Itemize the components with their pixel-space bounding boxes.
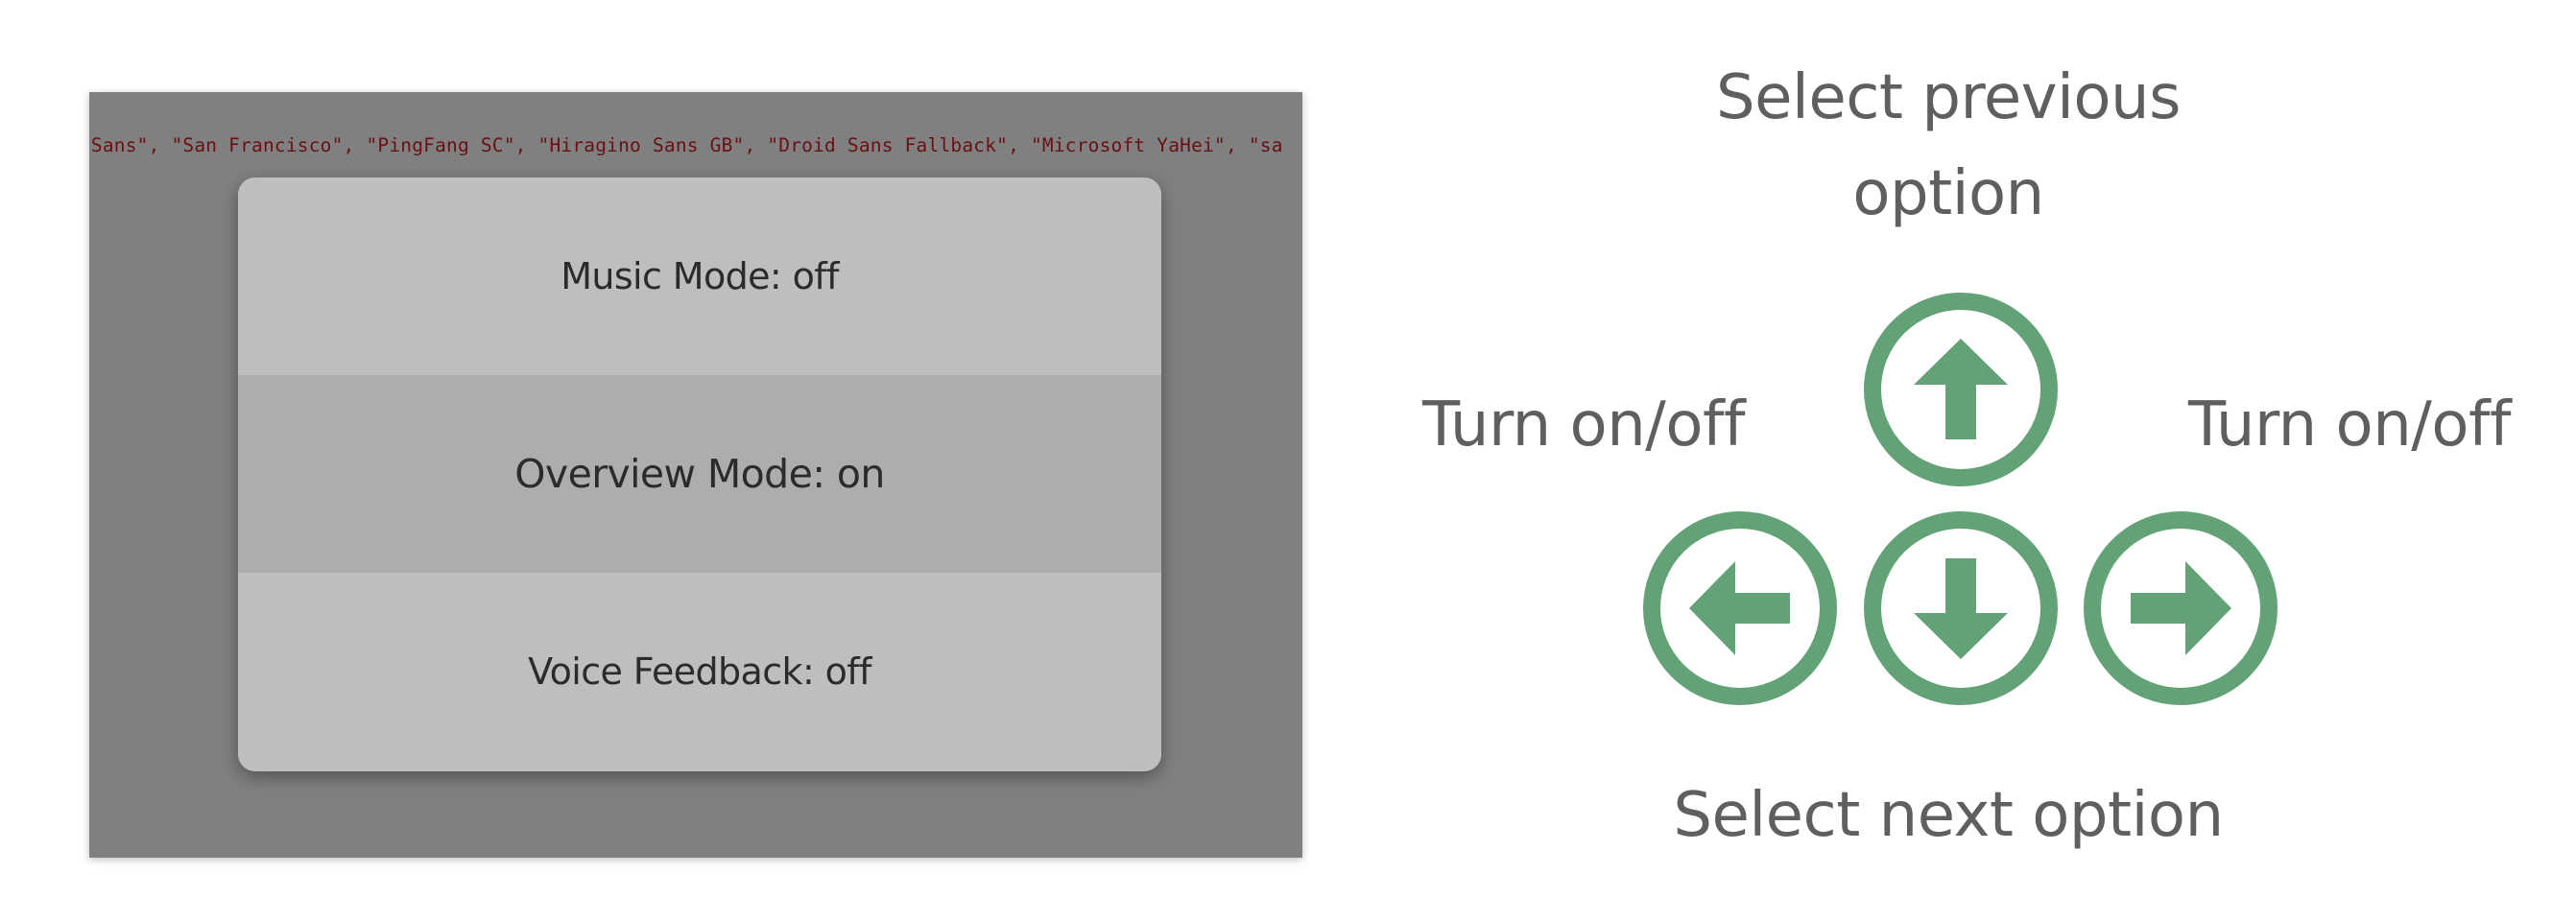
label-turn-on-off-right: Turn on/off xyxy=(2188,390,2512,460)
app-screenshot: n Sans", "San Francisco", "PingFang SC",… xyxy=(89,92,1302,858)
arrow-up-icon xyxy=(1862,291,2060,488)
menu-item-music-mode[interactable]: Music Mode: off xyxy=(238,177,1161,375)
font-stack-code-text: n Sans", "San Francisco", "PingFang SC",… xyxy=(89,134,1283,156)
arrow-right-icon xyxy=(2082,509,2279,707)
menu-item-voice-feedback[interactable]: Voice Feedback: off xyxy=(238,573,1161,770)
label-select-previous: Select previous option xyxy=(1716,62,2181,229)
menu-item-overview-mode[interactable]: Overview Mode: on xyxy=(238,375,1161,573)
arrow-down-icon xyxy=(1862,509,2060,707)
settings-modal: Music Mode: off Overview Mode: on Voice … xyxy=(238,177,1161,771)
label-turn-on-off-left: Turn on/off xyxy=(1422,390,1746,460)
arrow-left-icon xyxy=(1641,509,1839,707)
label-select-next: Select next option xyxy=(1673,780,2224,851)
